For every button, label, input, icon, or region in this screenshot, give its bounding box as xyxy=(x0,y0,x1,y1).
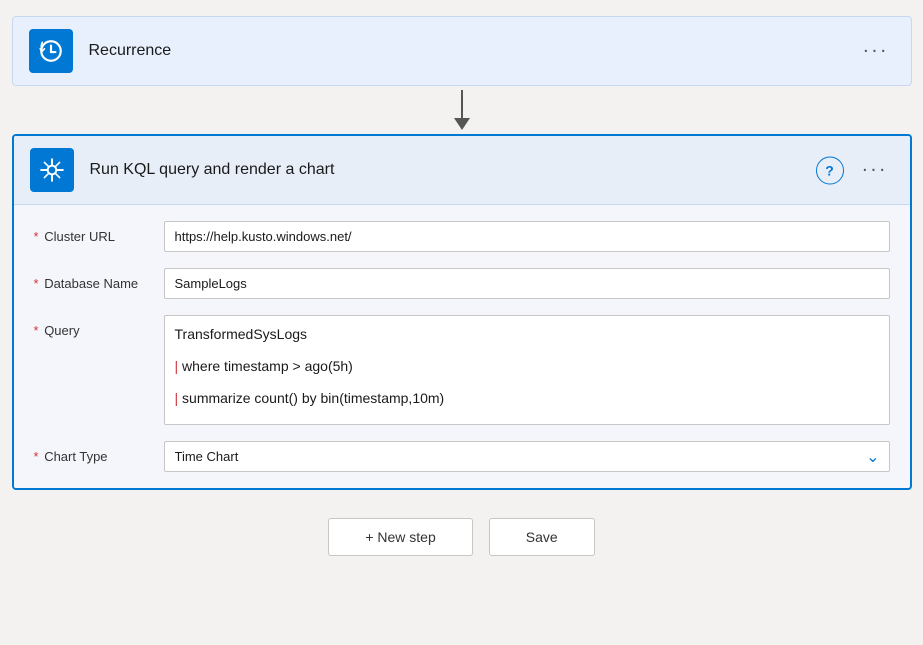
arrow-connector xyxy=(454,90,470,130)
help-button[interactable]: ? xyxy=(816,156,844,184)
database-name-label: * Database Name xyxy=(34,268,164,291)
query-required-star: * xyxy=(34,323,39,338)
workflow-container: Recurrence ··· xyxy=(12,16,912,556)
chart-required-star: * xyxy=(34,449,39,464)
recurrence-card: Recurrence ··· xyxy=(12,16,912,86)
cluster-url-input[interactable] xyxy=(164,221,890,252)
kql-icon xyxy=(39,157,65,183)
cluster-required-star: * xyxy=(34,229,39,244)
clock-icon xyxy=(38,38,64,64)
database-name-input[interactable] xyxy=(164,268,890,299)
chart-type-row: * Chart Type Time Chart Bar Chart Column… xyxy=(34,441,890,472)
query-input-box[interactable]: TransformedSysLogs | where timestamp > a… xyxy=(164,315,890,425)
query-line-2: | where timestamp > ago(5h) xyxy=(175,358,879,374)
recurrence-title: Recurrence xyxy=(89,42,172,60)
recurrence-icon xyxy=(29,29,73,73)
chart-type-select-wrapper: Time Chart Bar Chart Column Chart Pie Ch… xyxy=(164,441,890,472)
new-step-button[interactable]: + New step xyxy=(328,518,472,556)
arrow-head xyxy=(454,118,470,130)
recurrence-more-button[interactable]: ··· xyxy=(855,36,897,67)
kql-icon-box xyxy=(30,148,74,192)
database-required-star: * xyxy=(34,276,39,291)
query-label: * Query xyxy=(34,315,164,338)
database-name-row: * Database Name xyxy=(34,268,890,299)
kql-more-button[interactable]: ··· xyxy=(854,155,896,186)
bottom-actions: + New step Save xyxy=(328,518,594,556)
chart-type-label: * Chart Type xyxy=(34,441,164,464)
kql-action-title: Run KQL query and render a chart xyxy=(90,161,335,179)
chart-type-select[interactable]: Time Chart Bar Chart Column Chart Pie Ch… xyxy=(164,441,890,472)
query-row: * Query TransformedSysLogs | where times… xyxy=(34,315,890,425)
cluster-url-row: * Cluster URL xyxy=(34,221,890,252)
kql-card: Run KQL query and render a chart ? ··· *… xyxy=(12,134,912,490)
query-line-3: | summarize count() by bin(timestamp,10m… xyxy=(175,390,879,406)
save-button[interactable]: Save xyxy=(489,518,595,556)
arrow-line xyxy=(461,90,463,118)
kql-form: * Cluster URL * Database Name * Query xyxy=(14,205,910,488)
query-line-1: TransformedSysLogs xyxy=(175,326,879,342)
kql-card-header: Run KQL query and render a chart ? ··· xyxy=(14,136,910,205)
kql-header-actions: ? ··· xyxy=(816,155,896,186)
cluster-url-label: * Cluster URL xyxy=(34,221,164,244)
